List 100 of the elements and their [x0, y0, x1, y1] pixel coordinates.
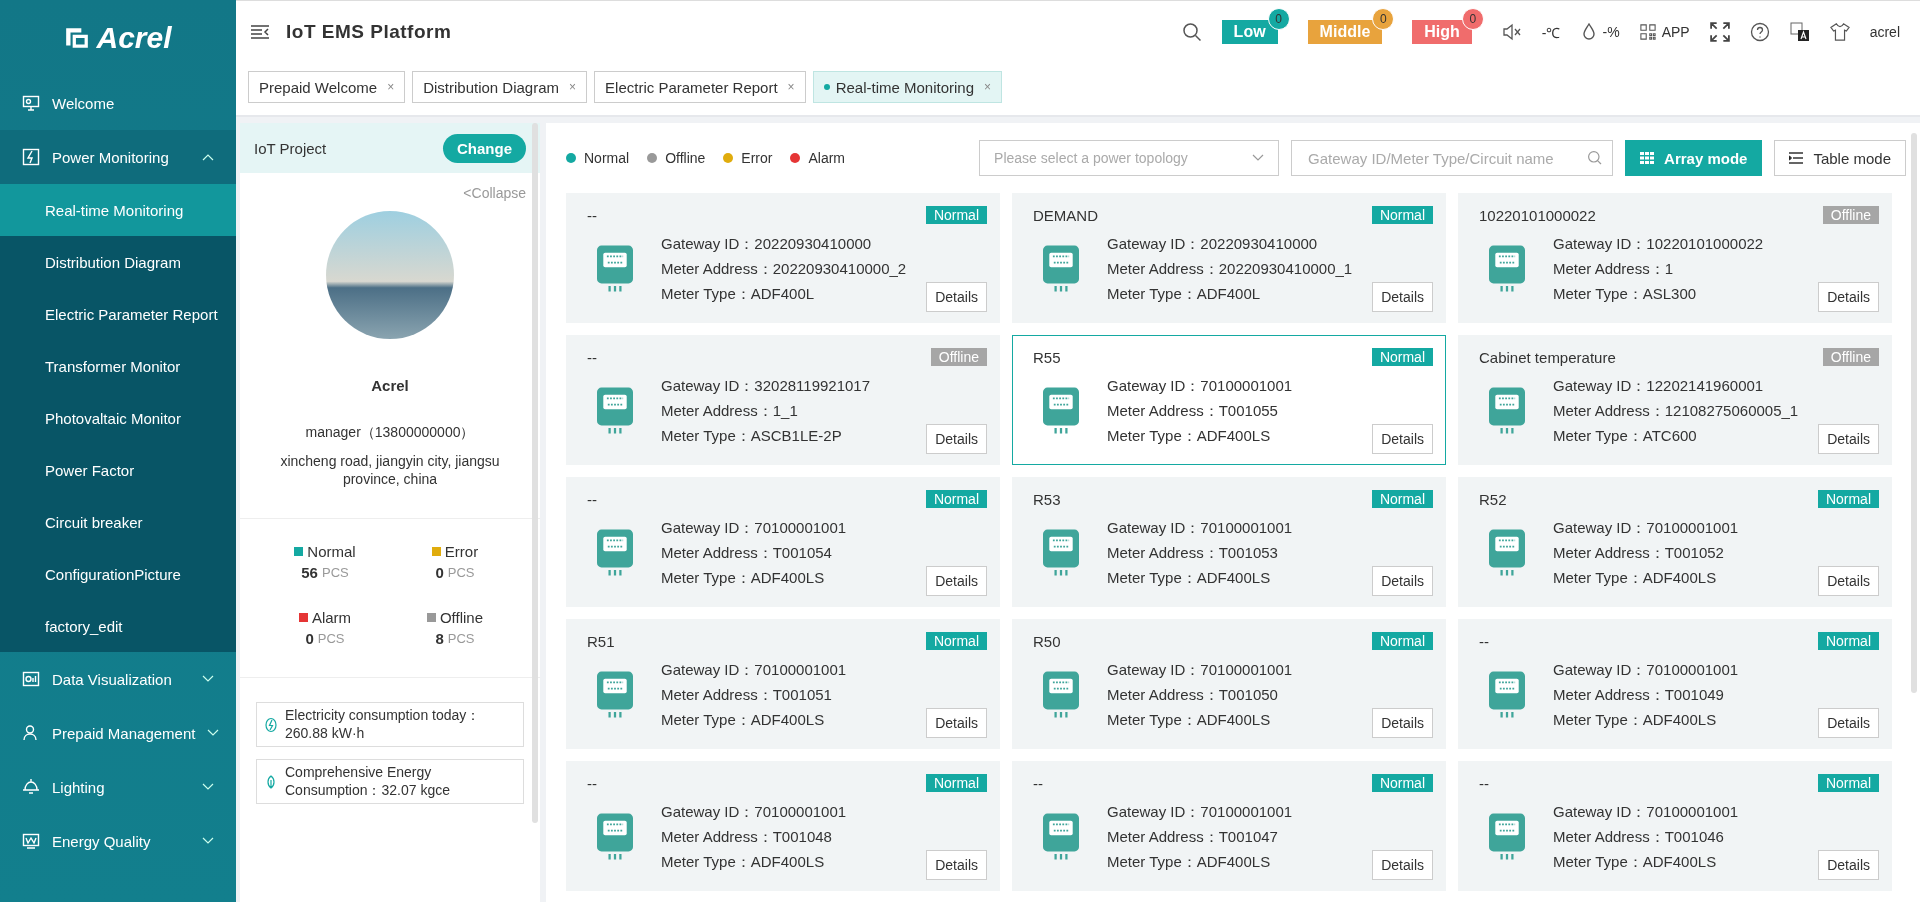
nav-subitem[interactable]: Real-time Monitoring: [0, 184, 236, 236]
close-icon[interactable]: ×: [787, 80, 795, 94]
details-button[interactable]: Details: [1372, 708, 1433, 738]
meter-card[interactable]: -- Normal Gateway ID：70100001001 Meter Address：T001048 Meter Type：ADF400LS Details: [566, 761, 1000, 891]
chevron-icon: [202, 675, 214, 683]
gateway-id: Gateway ID：70100001001: [1107, 376, 1294, 396]
meter-type: Meter Type：ATC600: [1553, 426, 1698, 446]
logo: Acrel: [0, 0, 236, 76]
status-label: Normal: [925, 632, 987, 650]
info-box: Electricity consumption today：260.88 kW·h: [256, 702, 524, 748]
details-button[interactable]: Details: [926, 850, 987, 880]
meter-name: --: [587, 348, 597, 366]
close-icon[interactable]: ×: [569, 80, 577, 94]
meter-card[interactable]: -- Normal Gateway ID：70100001001 Meter Address：T001046 Meter Type：ADF400LS Details: [1458, 761, 1892, 891]
nav-subitem[interactable]: Distribution Diagram: [0, 236, 236, 288]
gateway-id: Gateway ID：70100001001: [1107, 802, 1294, 822]
scrollbar[interactable]: [532, 123, 538, 823]
nav-item[interactable]: Power Monitoring: [0, 130, 236, 184]
meter-card[interactable]: R53 Normal Gateway ID：70100001001 Meter Address：T001053 Meter Type：ADF400LS Details: [1012, 477, 1446, 607]
meter-card[interactable]: 10220101000022 Offline Gateway ID：10220101000022 Meter Address：1 Meter Type：ASL300 Details: [1458, 193, 1892, 323]
translate-icon[interactable]: [1789, 22, 1810, 42]
app-link[interactable]: APP: [1661, 24, 1690, 40]
project-name: Acrel: [371, 377, 409, 394]
details-button[interactable]: Details: [1818, 424, 1879, 454]
shirt-icon[interactable]: [1829, 22, 1850, 42]
help-icon[interactable]: [1749, 22, 1770, 42]
page-tab[interactable]: Electric Parameter Report ×: [594, 71, 806, 103]
details-button[interactable]: Details: [926, 424, 987, 454]
nav-subitem[interactable]: factory_edit: [0, 600, 236, 652]
status-label: Normal: [1817, 774, 1879, 792]
nav-subitem[interactable]: Photovaltaic Monitor: [0, 392, 236, 444]
details-button[interactable]: Details: [926, 708, 987, 738]
status-count: 8: [435, 630, 444, 648]
nav-subitem[interactable]: Power Factor: [0, 444, 236, 496]
details-button[interactable]: Details: [926, 282, 987, 312]
meter-name: Cabinet temperature: [1479, 348, 1616, 366]
meter-address: Meter Address：T001046: [1553, 827, 1725, 847]
meter-name: R50: [1033, 632, 1061, 650]
meter-card[interactable]: -- Normal Gateway ID：20220930410000 Meter Address：20220930410000_2 Meter Type：ADF400L Details: [566, 193, 1000, 323]
meter-address: Meter Address：T001054: [661, 543, 833, 563]
meter-icon: [1489, 813, 1525, 861]
nav-item[interactable]: Prepaid Management: [0, 706, 236, 760]
nav-subitem[interactable]: Circuit breaker: [0, 496, 236, 548]
details-button[interactable]: Details: [1372, 566, 1433, 596]
details-button[interactable]: Details: [1372, 424, 1433, 454]
chevron-icon: [202, 153, 214, 161]
page-tab[interactable]: Prepaid Welcome ×: [248, 71, 406, 103]
view-mode-button[interactable]: Table mode: [1774, 140, 1906, 176]
details-button[interactable]: Details: [1818, 850, 1879, 880]
meter-name: --: [1479, 632, 1489, 650]
meter-address: Meter Address：20220930410000_2: [661, 259, 908, 279]
meter-card[interactable]: R52 Normal Gateway ID：70100001001 Meter Address：T001052 Meter Type：ADF400LS Details: [1458, 477, 1892, 607]
page-tab[interactable]: Distribution Diagram ×: [412, 71, 588, 103]
meter-type: Meter Type：ADF400LS: [1107, 852, 1272, 872]
meter-name: --: [587, 206, 597, 224]
nav-subitem[interactable]: Electric Parameter Report: [0, 288, 236, 340]
legend-label: Offline: [665, 150, 706, 166]
meter-card[interactable]: -- Normal Gateway ID：70100001001 Meter Address：T001047 Meter Type：ADF400LS Details: [1012, 761, 1446, 891]
app-title: IoT EMS Platform: [286, 21, 452, 43]
count-badge: 0: [1372, 8, 1395, 30]
nav-item[interactable]: Data Visualization: [0, 652, 236, 706]
page-tab[interactable]: Real-time Monitoring ×: [812, 71, 1003, 103]
fullscreen-icon[interactable]: [1709, 22, 1730, 42]
gateway-id: Gateway ID：70100001001: [661, 802, 848, 822]
status-label: Normal: [1371, 206, 1433, 224]
nav-item[interactable]: Energy Quality: [0, 814, 236, 868]
meter-card[interactable]: R55 Normal Gateway ID：70100001001 Meter Address：T001055 Meter Type：ADF400LS Details: [1012, 335, 1446, 465]
meter-type: Meter Type：ADF400LS: [1107, 426, 1272, 446]
qr-code-icon[interactable]: [1639, 23, 1656, 41]
status-label: Normal: [925, 490, 987, 508]
search-icon[interactable]: [1181, 22, 1202, 42]
details-button[interactable]: Details: [926, 566, 987, 596]
status-label: Normal: [925, 774, 987, 792]
user-name[interactable]: acrel: [1869, 24, 1900, 40]
meter-address: Meter Address：20220930410000_1: [1107, 259, 1354, 279]
meter-card[interactable]: -- Normal Gateway ID：70100001001 Meter Address：T001049 Meter Type：ADF400LS Details: [1458, 619, 1892, 749]
meter-type: Meter Type：ADF400LS: [1107, 568, 1272, 588]
nav-subitem[interactable]: ConfigurationPicture: [0, 548, 236, 600]
meter-card[interactable]: DEMAND Normal Gateway ID：20220930410000 Meter Address：20220930410000_1 Meter Type：ADF400L Details: [1012, 193, 1446, 323]
meter-card[interactable]: R50 Normal Gateway ID：70100001001 Meter Address：T001050 Meter Type：ADF400LS Details: [1012, 619, 1446, 749]
meter-card[interactable]: -- Normal Gateway ID：70100001001 Meter Address：T001054 Meter Type：ADF400LS Details: [566, 477, 1000, 607]
meter-card[interactable]: Cabinet temperature Offline Gateway ID：12202141960001 Meter Address：12108275060005_1 Meter Type：ATC600 Details: [1458, 335, 1892, 465]
nav-item[interactable]: Welcome: [0, 76, 236, 130]
meter-card[interactable]: R51 Normal Gateway ID：70100001001 Meter Address：T001051 Meter Type：ADF400LS Details: [566, 619, 1000, 749]
close-icon[interactable]: ×: [387, 80, 395, 94]
search-field[interactable]: Gateway ID/Meter Type/Circuit name: [1291, 140, 1614, 176]
details-button[interactable]: Details: [1818, 282, 1879, 312]
nav-item[interactable]: Lighting: [0, 760, 236, 814]
count-badge: 0: [1267, 8, 1290, 30]
menu-icon[interactable]: [250, 24, 270, 40]
gateway-id: Gateway ID：20220930410000: [1107, 234, 1319, 254]
scrollbar[interactable]: [1911, 133, 1917, 693]
details-button[interactable]: Details: [1818, 566, 1879, 596]
status-label: Offline: [439, 609, 484, 627]
mute-icon[interactable]: [1501, 22, 1522, 42]
nav-subitem[interactable]: Transformer Monitor: [0, 340, 236, 392]
details-button[interactable]: Details: [1372, 850, 1433, 880]
details-button[interactable]: Details: [1372, 282, 1433, 312]
meter-card[interactable]: -- Offline Gateway ID：32028119921017 Meter Address：1_1 Meter Type：ASCB1LE-2P Details: [566, 335, 1000, 465]
details-button[interactable]: Details: [1818, 708, 1879, 738]
